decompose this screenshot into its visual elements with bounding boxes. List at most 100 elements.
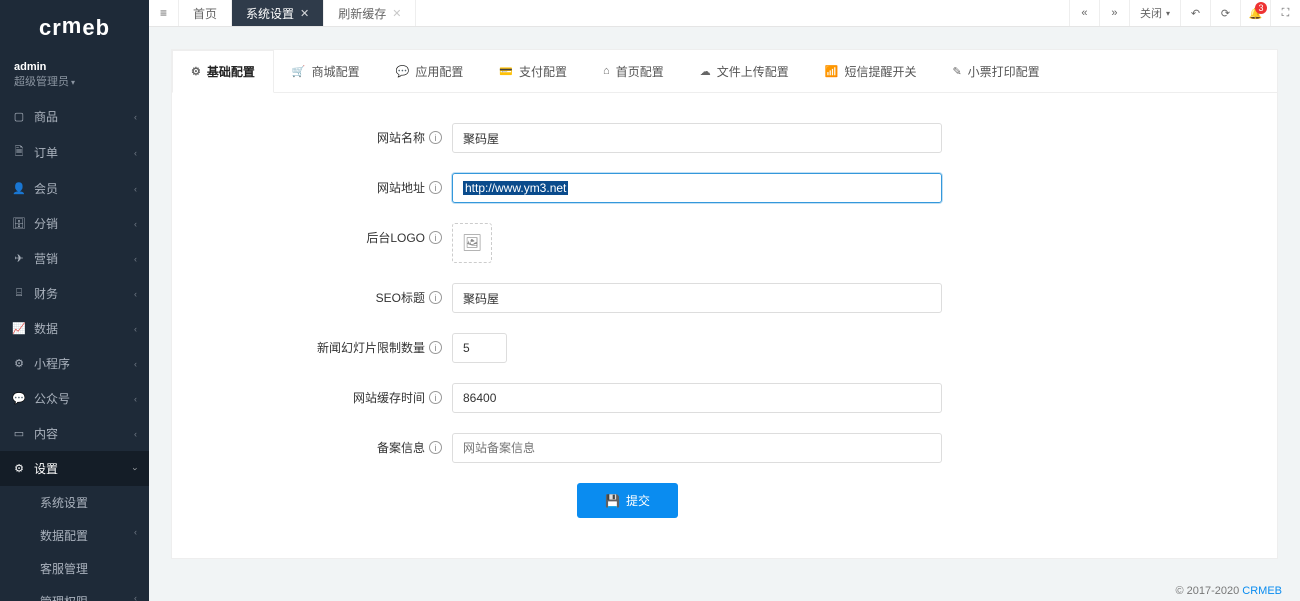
info-icon[interactable]: i [429, 181, 442, 194]
input-beian[interactable] [452, 433, 942, 463]
stack-icon: 🗄 [12, 217, 26, 230]
ptab-pay[interactable]: 💳支付配置 [481, 50, 585, 92]
fullscreen-button[interactable]: ⛶ [1270, 0, 1300, 26]
brand-text: crmeb [39, 15, 110, 41]
fast-backward-button[interactable]: « [1069, 0, 1099, 26]
ptab-label: 支付配置 [519, 63, 567, 80]
nav-item-settings[interactable]: ⚙设置› [0, 451, 149, 486]
user-icon: 👤 [12, 182, 26, 195]
input-site-url-value: http://www.ym3.net [463, 181, 568, 195]
input-news-slide[interactable] [452, 333, 507, 363]
chevron-right-icon: ‹ [134, 359, 137, 369]
ptab-label: 应用配置 [415, 63, 463, 80]
chevron-down-icon: ▾ [1166, 9, 1170, 18]
nav-item-marketing[interactable]: ✈营销‹ [0, 241, 149, 276]
sub-label: 管理权限 [40, 595, 88, 601]
content-icon: ▭ [12, 427, 26, 440]
nav-item-miniapp[interactable]: ⚙小程序‹ [0, 346, 149, 381]
ptab-print[interactable]: ✎小票打印配置 [934, 50, 1057, 92]
chevron-right-icon: ‹ [134, 394, 137, 404]
user-role[interactable]: 超级管理员▾ [14, 73, 135, 89]
input-seo-title[interactable] [452, 283, 942, 313]
tab-refresh-cache[interactable]: 刷新缓存 ✕ [324, 0, 416, 26]
nav-item-finance[interactable]: ⌸财务‹ [0, 276, 149, 311]
panel-tabs: ⚙基础配置 🛒商城配置 💬应用配置 💳支付配置 ⌂ 首页配置 ☁文件上传配置 📶 短… [172, 50, 1277, 93]
sub-label: 客服管理 [40, 562, 88, 576]
label-site-name: 网站名称i [192, 123, 452, 146]
nav-label: 公众号 [34, 390, 70, 407]
ptab-label: 商城配置 [312, 63, 360, 80]
pencil-icon: ✎ [952, 65, 961, 78]
nav-label: 内容 [34, 425, 58, 442]
close-icon[interactable]: ✕ [392, 7, 401, 20]
nav-item-data[interactable]: 📈数据‹ [0, 311, 149, 346]
ptab-basic[interactable]: ⚙基础配置 [172, 50, 274, 93]
nav-label: 订单 [34, 144, 58, 161]
label-news-slide: 新闻幻灯片限制数量i [192, 333, 452, 356]
nav-item-orders[interactable]: 🗎订单‹ [0, 134, 149, 171]
sub-label: 数据配置 [40, 529, 88, 543]
nav-label: 数据 [34, 320, 58, 337]
image-icon: 🖼 [462, 233, 482, 253]
info-icon[interactable]: i [429, 341, 442, 354]
ptab-shop[interactable]: 🛒商城配置 [274, 50, 378, 92]
label-seo-title: SEO标题i [192, 283, 452, 306]
info-icon[interactable]: i [429, 131, 442, 144]
nav-item-products[interactable]: ▢商品‹ [0, 99, 149, 134]
nav-item-distribution[interactable]: 🗄 分销 ‹ [0, 206, 149, 241]
tab-system-settings[interactable]: 系统设置✕ [232, 0, 324, 26]
notifications-button[interactable]: 🔔3 [1240, 0, 1270, 26]
label-admin-logo: 后台LOGOi [192, 223, 452, 246]
ptab-label: 短信提醒开关 [844, 63, 916, 80]
chart-icon: 📈 [12, 322, 26, 335]
info-icon[interactable]: i [429, 231, 442, 244]
footer-brand-link[interactable]: CRMEB [1242, 585, 1282, 597]
close-label: 关闭 [1140, 5, 1162, 21]
fast-forward-button[interactable]: » [1099, 0, 1129, 26]
ptab-label: 首页配置 [616, 63, 664, 80]
ptab-sms[interactable]: 📶 短信提醒开关 [807, 50, 935, 92]
input-cache-time[interactable] [452, 383, 942, 413]
input-site-url[interactable]: http://www.ym3.net [452, 173, 942, 203]
user-name: admin [14, 61, 135, 73]
ptab-home[interactable]: ⌂ 首页配置 [585, 50, 682, 92]
ptab-label: 文件上传配置 [717, 63, 789, 80]
user-block: admin 超级管理员▾ [0, 55, 149, 99]
nav-label: 分销 [34, 215, 58, 232]
topbar: ≡ 首页 系统设置✕ 刷新缓存 ✕ « » 关闭 ▾ ↶ ⟳ 🔔3 ⛶ [149, 0, 1300, 27]
nav-menu: ▢商品‹ 🗎订单‹ 👤会员‹ 🗄 分销 ‹ ✈营销‹ ⌸财务‹ 📈 数据 ‹ ⚙ 小程序 ‹… [0, 99, 149, 601]
hamburger-button[interactable]: ≡ [149, 0, 179, 26]
tab-label: 刷新缓存 [338, 5, 386, 22]
tab-home[interactable]: 首页 [179, 0, 232, 26]
nav-item-content[interactable]: ▭内容‹ [0, 416, 149, 451]
home-icon: ⌂ [603, 65, 610, 77]
info-icon[interactable]: i [429, 291, 442, 304]
gear-icon: ⚙ [12, 462, 26, 475]
send-icon: ✈ [12, 252, 26, 265]
nav-label: 小程序 [34, 355, 70, 372]
upload-logo-button[interactable]: 🖼 [452, 223, 492, 263]
refresh-button[interactable]: ⟳ [1210, 0, 1240, 26]
close-icon[interactable]: ✕ [300, 7, 309, 20]
submit-label: 提交 [626, 492, 650, 509]
close-dropdown[interactable]: 关闭 ▾ [1129, 0, 1180, 26]
logo: crmeb [0, 0, 149, 55]
sub-item-data-config[interactable]: 数据配置‹ [0, 519, 149, 552]
sub-item-customer-service[interactable]: 客服管理 [0, 552, 149, 585]
notification-badge: 3 [1255, 2, 1267, 14]
nav-item-members[interactable]: 👤会员‹ [0, 171, 149, 206]
undo-button[interactable]: ↶ [1180, 0, 1210, 26]
sub-item-permissions[interactable]: 管理权限‹ [0, 585, 149, 601]
submit-button[interactable]: 💾 提交 [577, 483, 678, 518]
ptab-app[interactable]: 💬应用配置 [378, 50, 482, 92]
sub-item-system-settings[interactable]: 系统设置 [0, 486, 149, 519]
chevron-right-icon: ‹ [134, 219, 137, 229]
signal-icon: 📶 [825, 65, 839, 78]
ptab-upload[interactable]: ☁文件上传配置 [682, 50, 807, 92]
nav-item-wechat[interactable]: 💬公众号‹ [0, 381, 149, 416]
ptab-label: 基础配置 [207, 63, 255, 80]
input-site-name[interactable] [452, 123, 942, 153]
info-icon[interactable]: i [429, 391, 442, 404]
info-icon[interactable]: i [429, 441, 442, 454]
save-icon: 💾 [605, 494, 620, 508]
